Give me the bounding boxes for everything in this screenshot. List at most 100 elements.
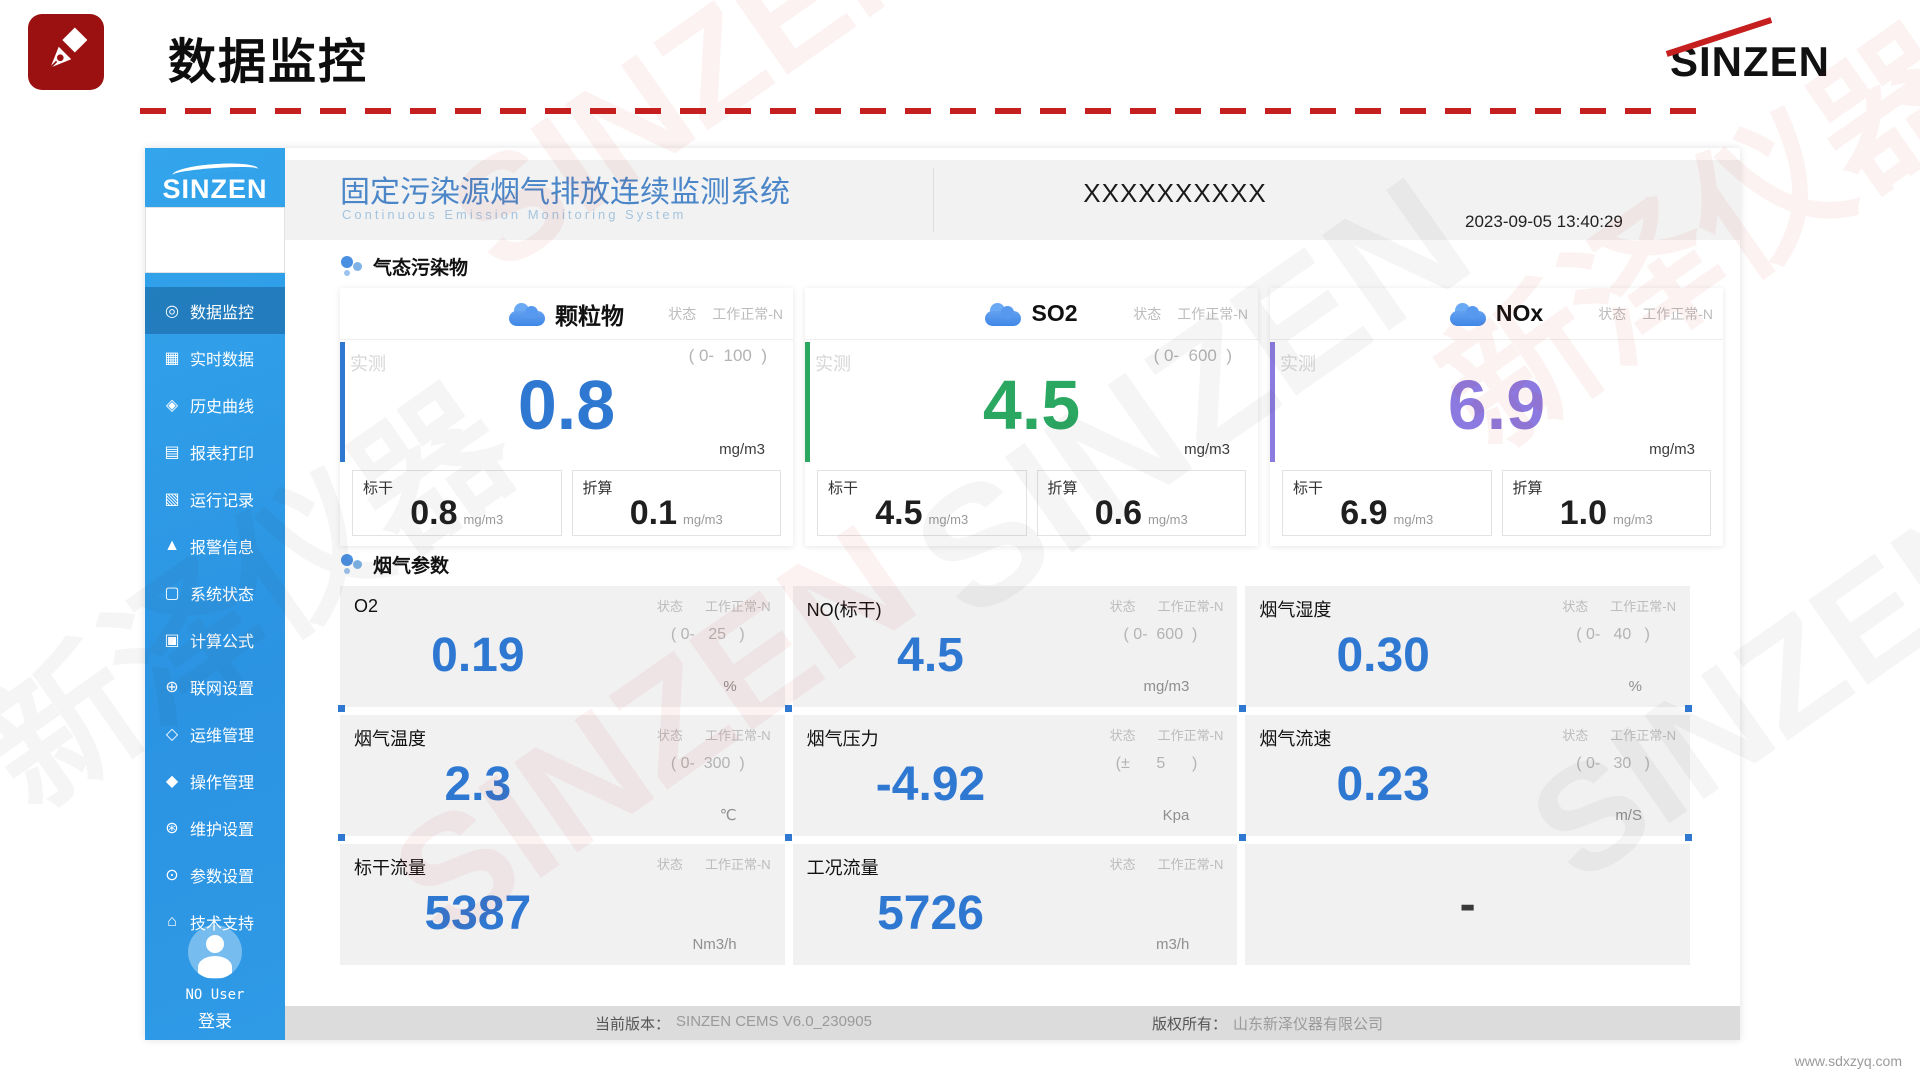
converted-value: 1.0: [1560, 494, 1607, 532]
cell-empty: -: [1245, 844, 1690, 965]
version-value: SINZEN CEMS V6.0_230905: [676, 1013, 872, 1034]
cell-value: 0.19: [340, 604, 616, 707]
grid-handle-dot: [1239, 705, 1246, 712]
cell-value: 5726: [793, 862, 1069, 965]
sidebar-item-run-log[interactable]: ▧运行记录: [145, 475, 285, 522]
sidebar-item-calc-formula[interactable]: ▣计算公式: [145, 616, 285, 663]
system-title: 固定污染源烟气排放连续监测系统: [340, 167, 790, 211]
gas-card-title: NOx: [1496, 300, 1543, 327]
grid-handle-dot: [785, 705, 792, 712]
gas-card-title: SO2: [1031, 300, 1077, 327]
system-status-icon: ▢: [161, 583, 183, 603]
gas-unit: mg/m3: [1649, 441, 1695, 458]
sidebar-item-history-curve[interactable]: ◈历史曲线: [145, 381, 285, 428]
converted-box: 折算 0.6mg/m3: [1037, 470, 1247, 536]
network-settings-icon: ⊕: [161, 677, 183, 697]
title-underline: [140, 108, 1705, 114]
bubbles-icon: [340, 254, 364, 278]
cell-humidity: 烟气湿度 状态工作正常-N ( 0- 40 ) 0.30 %: [1245, 586, 1690, 707]
dry-basis-box: 标干 0.8mg/m3: [352, 470, 562, 536]
app-header: 固定污染源烟气排放连续监测系统 Continuous Emission Moni…: [285, 160, 1740, 240]
sidebar-menu: ◎数据监控 ▦实时数据 ◈历史曲线 ▤报表打印 ▧运行记录 ▲报警信息 ▢系统状…: [145, 287, 285, 945]
status-value: 工作正常-N: [712, 304, 783, 324]
gas-unit: mg/m3: [1184, 441, 1230, 458]
flue-params-section: 烟气参数 O2 状态工作正常-N ( 0- 25 ) 0.19 % NO(标干)…: [340, 550, 1690, 965]
status-label: 状态: [1133, 304, 1161, 324]
data-monitor-icon: ◎: [161, 301, 183, 321]
cell-pressure: 烟气压力 状态工作正常-N (± 5 ) -4.92 Kpa: [793, 715, 1238, 836]
station-name: XXXXXXXXXX: [1025, 178, 1325, 209]
sidebar-item-alarm-info[interactable]: ▲报警信息: [145, 522, 285, 569]
cloud-icon: [1450, 302, 1486, 326]
cell-no-dry: NO(标干) 状态工作正常-N ( 0- 600 ) 4.5 mg/m3: [793, 586, 1238, 707]
converted-box: 折算 0.1mg/m3: [572, 470, 782, 536]
status-label: 状态: [668, 304, 696, 324]
maintenance-settings-icon: ⊛: [161, 818, 183, 838]
cell-o2: O2 状态工作正常-N ( 0- 25 ) 0.19 %: [340, 586, 785, 707]
main-content: 固定污染源烟气排放连续监测系统 Continuous Emission Moni…: [285, 148, 1740, 1040]
page: SINZEN SINZEN 新泽仪器 新泽仪器 SINZEN SINZEN 数据…: [0, 0, 1920, 1079]
brand-logo: SINZEN: [1670, 38, 1890, 90]
cell-value: 5387: [340, 862, 616, 965]
sidebar-item-realtime-data[interactable]: ▦实时数据: [145, 334, 285, 381]
sidebar-item-data-monitor[interactable]: ◎数据监控: [145, 287, 285, 334]
status-label: 状态: [1598, 304, 1626, 324]
login-button[interactable]: 登录: [145, 1007, 285, 1032]
operation-management-icon: ◆: [161, 771, 183, 791]
app-footer: 当前版本： SINZEN CEMS V6.0_230905 版权所有： 山东新泽…: [285, 1006, 1740, 1040]
grid-handle-dot: [338, 834, 345, 841]
cell-dry-flow: 标干流量 状态工作正常-N 5387 Nm3/h: [340, 844, 785, 965]
gas-card-so2: SO2 状态 工作正常-N 实测 ( 0- 600 ) 4.5 mg/m3: [805, 288, 1258, 546]
logo-swoosh-decoration: [172, 161, 258, 175]
pen-icon: [28, 14, 104, 90]
cell-working-flow: 工况流量 状态工作正常-N 5726 m3/h: [793, 844, 1238, 965]
grid-handle-dot: [1239, 834, 1246, 841]
cell-temperature: 烟气温度 状态工作正常-N ( 0- 300 ) 2.3 ℃: [340, 715, 785, 836]
converted-value: 0.6: [1095, 494, 1142, 532]
dry-basis-box: 标干 6.9mg/m3: [1282, 470, 1492, 536]
gas-card-particulate: 颗粒物 状态 工作正常-N 实测 ( 0- 100 ) 0.8 mg/m3: [340, 288, 793, 546]
sidebar-item-operation-management[interactable]: ◆操作管理: [145, 757, 285, 804]
status-value: 工作正常-N: [1642, 304, 1713, 324]
page-header: 数据监控 SINZEN: [0, 0, 1920, 120]
version-label: 当前版本：: [595, 1013, 670, 1034]
gas-cards-row: 颗粒物 状态 工作正常-N 实测 ( 0- 100 ) 0.8 mg/m3: [340, 288, 1723, 546]
converted-box: 折算 1.0mg/m3: [1502, 470, 1712, 536]
flue-grid: O2 状态工作正常-N ( 0- 25 ) 0.19 % NO(标干) 状态工作…: [340, 586, 1690, 965]
system-subtitle: Continuous Emission Monitoring System: [342, 207, 686, 222]
report-print-icon: ▤: [161, 442, 183, 462]
converted-value: 0.1: [630, 494, 677, 532]
cell-value: 2.3: [340, 733, 616, 836]
bubbles-icon: [340, 552, 364, 576]
user-avatar[interactable]: [188, 925, 242, 979]
sidebar-item-parameter-settings[interactable]: ⊙参数设置: [145, 851, 285, 898]
cell-value: 4.5: [793, 604, 1069, 707]
sidebar-item-network-settings[interactable]: ⊕联网设置: [145, 663, 285, 710]
user-name: NO User: [145, 987, 285, 1003]
sidebar-item-report-print[interactable]: ▤报表打印: [145, 428, 285, 475]
parameter-settings-icon: ⊙: [161, 865, 183, 885]
grid-handle-dot: [1685, 705, 1692, 712]
cell-value: -: [1245, 844, 1690, 965]
alarm-info-icon: ▲: [161, 537, 183, 555]
dry-basis-value: 4.5: [875, 494, 922, 532]
sidebar-item-maintenance-settings[interactable]: ⊛维护设置: [145, 804, 285, 851]
cell-value: 0.23: [1245, 733, 1521, 836]
app-window: SINZEN 新泽仪器 ◎数据监控 ▦实时数据 ◈历史曲线 ▤报表打印 ▧运行记…: [145, 148, 1740, 1040]
dry-basis-box: 标干 4.5mg/m3: [817, 470, 1027, 536]
sidebar-item-system-status[interactable]: ▢系统状态: [145, 569, 285, 616]
sidebar-item-ops-management[interactable]: ◇运维管理: [145, 710, 285, 757]
gas-card-nox: NOx 状态 工作正常-N 实测 6.9 mg/m3: [1270, 288, 1723, 546]
sidebar-logo: SINZEN 新泽仪器: [145, 148, 285, 273]
cloud-icon: [985, 302, 1021, 326]
copyright-label: 版权所有：: [1152, 1013, 1227, 1034]
sidebar: SINZEN 新泽仪器 ◎数据监控 ▦实时数据 ◈历史曲线 ▤报表打印 ▧运行记…: [145, 148, 285, 1040]
header-divider: [933, 168, 934, 232]
realtime-data-icon: ▦: [161, 348, 183, 368]
gas-unit: mg/m3: [719, 441, 765, 458]
status-value: 工作正常-N: [1177, 304, 1248, 324]
run-log-icon: ▧: [161, 489, 183, 509]
calc-formula-icon: ▣: [161, 630, 183, 650]
gas-card-title: 颗粒物: [555, 297, 624, 331]
dry-basis-value: 6.9: [1340, 494, 1387, 532]
